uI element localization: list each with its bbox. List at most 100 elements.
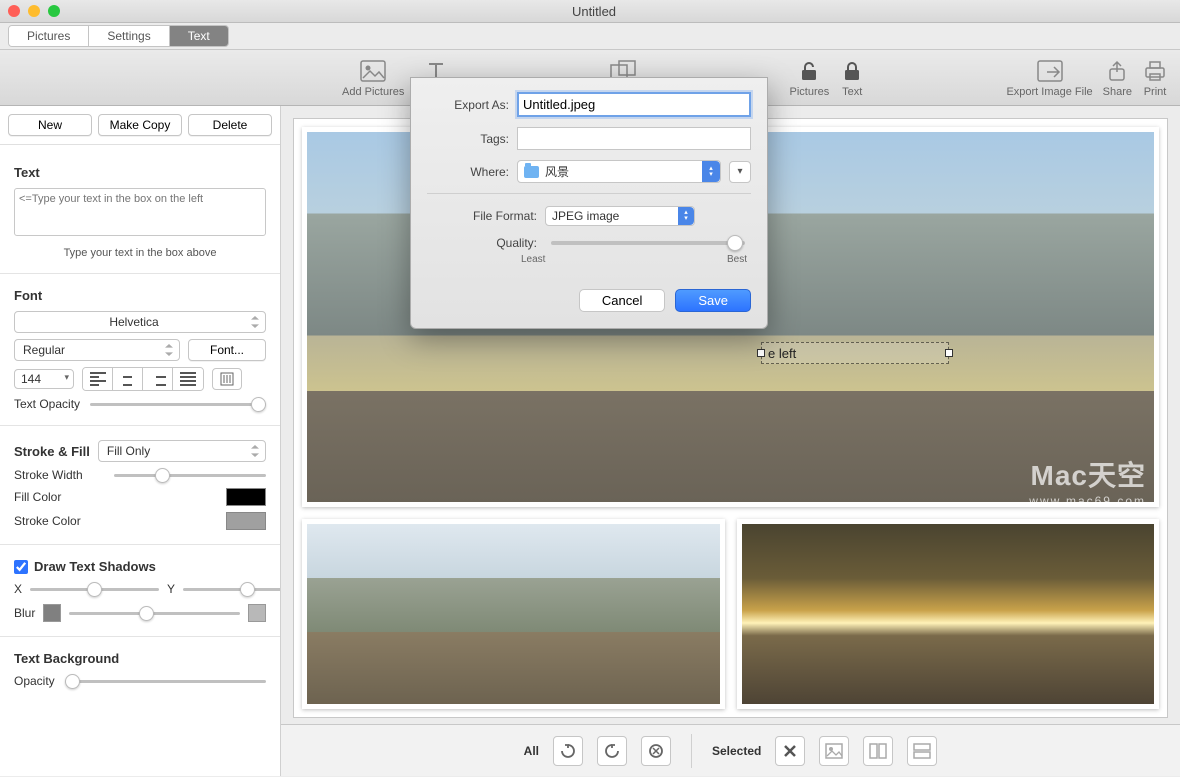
rotate-all-cw-button[interactable] xyxy=(553,736,583,766)
stepper-icon xyxy=(702,161,720,182)
toolbar-label: Add Pictures xyxy=(342,86,404,98)
tags-input[interactable] xyxy=(517,127,751,150)
split-horizontal-button[interactable] xyxy=(907,736,937,766)
inspector-panel: New Make Copy Delete Text Type your text… xyxy=(0,106,281,776)
watermark-brand: Mac天空 xyxy=(1029,454,1146,494)
picture-icon xyxy=(360,58,386,84)
text-object-overlay[interactable]: e left xyxy=(761,342,949,364)
photo-street[interactable] xyxy=(737,519,1160,709)
tab-pictures[interactable]: Pictures xyxy=(9,26,89,46)
toolbar-label: Pictures xyxy=(790,86,830,98)
delete-button[interactable]: Delete xyxy=(188,114,272,136)
vertical-text-button[interactable] xyxy=(212,368,242,390)
stroke-width-label: Stroke Width xyxy=(14,468,104,482)
close-window-button[interactable] xyxy=(8,5,20,17)
file-format-label: File Format: xyxy=(427,209,537,223)
inspector-scroll[interactable]: Text Type your text in the box above Fon… xyxy=(0,145,280,776)
export-icon xyxy=(1037,58,1063,84)
shadow-y-label: Y xyxy=(167,582,175,596)
stroke-color-label: Stroke Color xyxy=(14,514,104,528)
bottom-toolbar: All Selected xyxy=(281,724,1180,776)
draw-shadows-checkbox[interactable]: Draw Text Shadows xyxy=(14,559,266,574)
quality-min-label: Least xyxy=(521,254,545,265)
export-dialog: Export As: Tags: Where: 风景 ▾ File Format… xyxy=(410,77,768,329)
resize-handle[interactable] xyxy=(945,349,953,357)
text-opacity-label: Text Opacity xyxy=(14,397,80,411)
font-family-select[interactable]: Helvetica xyxy=(14,311,266,333)
shuffle-all-button[interactable] xyxy=(641,736,671,766)
font-weight-select[interactable]: Regular xyxy=(14,339,180,361)
text-opacity-slider[interactable] xyxy=(90,403,266,406)
titlebar: Untitled xyxy=(0,0,1180,23)
font-size-combo[interactable]: 144 xyxy=(14,369,74,389)
rotate-all-ccw-button[interactable] xyxy=(597,736,627,766)
window-title: Untitled xyxy=(60,4,1128,19)
toolbar-label: Share xyxy=(1103,86,1132,98)
text-background-header: Text Background xyxy=(14,651,266,666)
tab-settings[interactable]: Settings xyxy=(89,26,169,46)
stepper-icon xyxy=(678,207,694,225)
make-copy-button[interactable]: Make Copy xyxy=(98,114,182,136)
text-content-input[interactable] xyxy=(14,188,266,236)
stroke-fill-mode-select[interactable]: Fill Only xyxy=(98,440,266,462)
export-button[interactable]: Export Image File xyxy=(1006,58,1092,98)
frame-selected-button[interactable] xyxy=(819,736,849,766)
traffic-lights xyxy=(8,5,60,17)
add-pictures-button[interactable]: Add Pictures xyxy=(342,58,404,98)
share-icon xyxy=(1104,58,1130,84)
shadow-y-slider[interactable] xyxy=(183,588,280,591)
font-section-header: Font xyxy=(14,288,266,303)
minimize-window-button[interactable] xyxy=(28,5,40,17)
shadow-blur-label: Blur xyxy=(14,606,35,620)
text-action-row: New Make Copy Delete xyxy=(0,106,280,145)
cancel-button[interactable]: Cancel xyxy=(579,289,665,312)
all-label: All xyxy=(524,744,539,758)
align-left-button[interactable] xyxy=(83,368,113,390)
tab-text[interactable]: Text xyxy=(170,26,228,46)
text-hint: Type your text in the box above xyxy=(14,247,266,259)
draw-shadows-input[interactable] xyxy=(14,560,28,574)
where-label: Where: xyxy=(427,165,509,179)
export-as-label: Export As: xyxy=(427,98,509,112)
export-filename-input[interactable] xyxy=(517,92,751,117)
unlock-icon xyxy=(796,58,822,84)
text-align-group xyxy=(82,367,204,391)
where-disclose-button[interactable]: ▾ xyxy=(729,161,751,183)
zoom-window-button[interactable] xyxy=(48,5,60,17)
toolbar-label: Export Image File xyxy=(1006,86,1092,98)
quality-thumb[interactable] xyxy=(727,235,743,251)
text-bg-opacity-label: Opacity xyxy=(14,674,55,688)
shadow-blur-slider[interactable] xyxy=(69,612,240,615)
fill-color-swatch[interactable] xyxy=(226,488,266,506)
split-vertical-button[interactable] xyxy=(863,736,893,766)
font-picker-button[interactable]: Font... xyxy=(188,339,266,361)
print-button[interactable]: Print xyxy=(1142,58,1168,98)
stroke-width-slider[interactable] xyxy=(114,474,266,477)
pictures-lock-toggle[interactable]: Pictures xyxy=(790,58,830,98)
blur-swatch-light[interactable] xyxy=(248,604,266,622)
quality-slider[interactable] xyxy=(551,241,745,245)
align-justify-button[interactable] xyxy=(173,368,203,390)
resize-handle[interactable] xyxy=(757,349,765,357)
print-icon xyxy=(1142,58,1168,84)
remove-selected-button[interactable] xyxy=(775,736,805,766)
share-button[interactable]: Share xyxy=(1103,58,1132,98)
file-format-select[interactable]: JPEG image xyxy=(545,206,695,226)
stroke-color-swatch[interactable] xyxy=(226,512,266,530)
folder-icon xyxy=(524,166,539,178)
align-right-button[interactable] xyxy=(143,368,173,390)
photo-church[interactable] xyxy=(302,519,725,709)
shadow-x-slider[interactable] xyxy=(30,588,159,591)
panel-tabs: Pictures Settings Text xyxy=(8,25,229,47)
text-bg-opacity-slider[interactable] xyxy=(65,680,266,683)
quality-max-label: Best xyxy=(727,254,747,265)
shadow-x-label: X xyxy=(14,582,22,596)
blur-swatch-dark[interactable] xyxy=(43,604,61,622)
stroke-fill-header: Stroke & Fill xyxy=(14,444,90,459)
align-center-button[interactable] xyxy=(113,368,143,390)
where-folder-select[interactable]: 风景 xyxy=(517,160,721,183)
new-button[interactable]: New xyxy=(8,114,92,136)
text-lock-toggle[interactable]: Text xyxy=(839,58,865,98)
save-button[interactable]: Save xyxy=(675,289,751,312)
selected-label: Selected xyxy=(712,744,761,758)
